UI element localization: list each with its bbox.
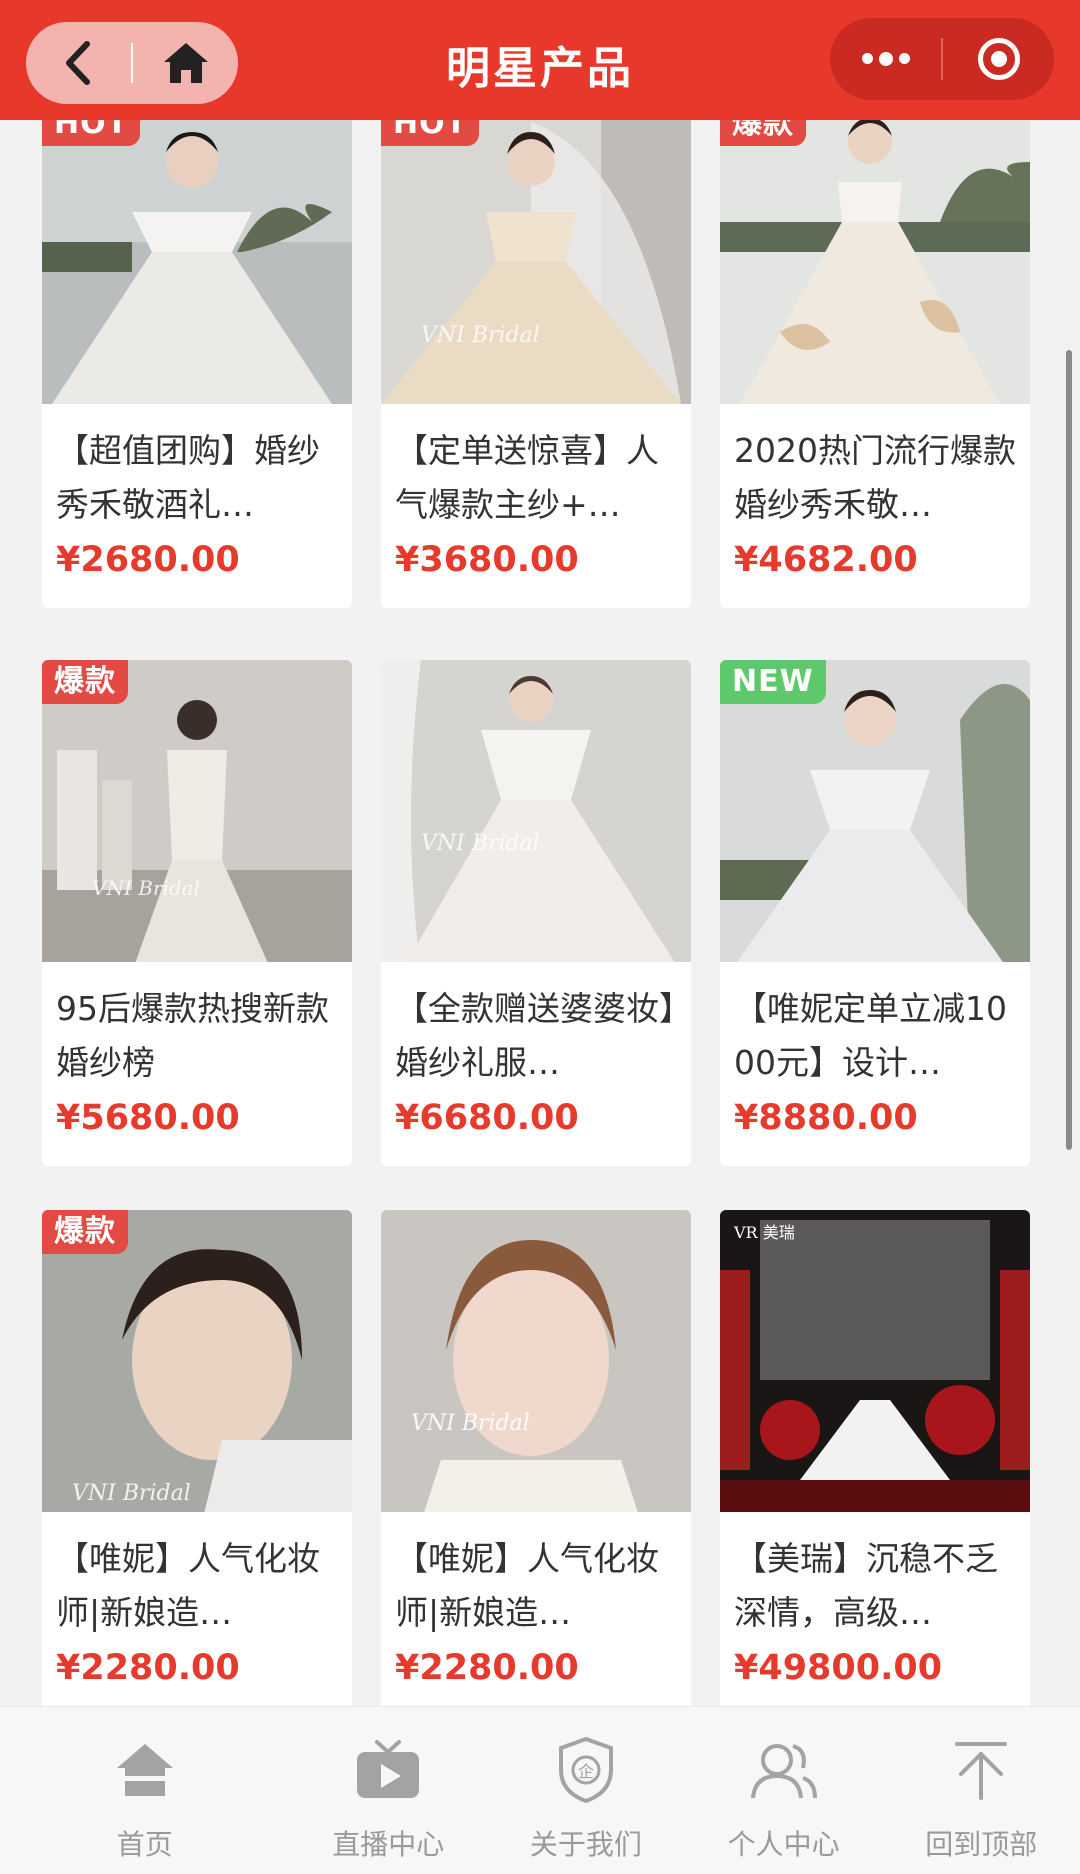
product-card[interactable]: VNI Bridal HOT 【定单送惊喜】人气爆款主纱+… ¥3680.00 (381, 102, 691, 608)
capsule-divider (941, 38, 943, 80)
product-image: VNI Bridal (381, 1210, 691, 1512)
product-title: 【全款赠送婆婆妆】婚纱礼服… (395, 989, 676, 1082)
navigation-bar: 明星产品 (0, 0, 1080, 120)
product-tag: 爆款 (42, 1210, 128, 1254)
product-card[interactable]: VNI Bridal 【唯妮】人气化妆师|新娘造… ¥2280.00 (381, 1210, 691, 1716)
product-image: VNI Bridal 爆款 (42, 660, 352, 962)
shield-enterprise-icon: 企 (558, 1736, 613, 1804)
svg-text:VR 美瑞: VR 美瑞 (733, 1223, 795, 1242)
home-icon (116, 1744, 173, 1796)
scrollbar[interactable] (1066, 350, 1072, 1150)
product-price: ¥4682.00 (734, 540, 918, 580)
product-image: VNI Bridal HOT (381, 102, 691, 404)
product-price: ¥5680.00 (56, 1098, 240, 1138)
tab-label: 首页 (116, 1828, 173, 1861)
product-card[interactable]: VNI Bridal 【全款赠送婆婆妆】婚纱礼服… ¥6680.00 (381, 660, 691, 1166)
product-title: 【唯妮定单立减1000元】设计… (734, 989, 1007, 1082)
product-card[interactable]: VNI Bridal 爆款 【唯妮】人气化妆师|新娘造… ¥2280.00 (42, 1210, 352, 1716)
svg-text:VNI Bridal: VNI Bridal (421, 831, 540, 856)
product-price: ¥2280.00 (56, 1648, 240, 1688)
product-image: NEW (720, 660, 1030, 962)
product-card[interactable]: HOT 【超值团购】婚纱秀禾敬酒礼… ¥2680.00 (42, 102, 352, 608)
tab-label: 回到顶部 (925, 1828, 1038, 1861)
product-title: 【唯妮】人气化妆师|新娘造… (395, 1539, 659, 1632)
tab-live[interactable]: 直播中心 (289, 1707, 487, 1874)
product-price: ¥8880.00 (734, 1098, 918, 1138)
product-image: HOT (42, 102, 352, 404)
tab-label: 个人中心 (727, 1828, 840, 1861)
product-image: 爆款 (720, 102, 1030, 404)
tab-back-to-top[interactable]: 回到顶部 (882, 1707, 1080, 1874)
tab-profile[interactable]: 个人中心 (685, 1707, 883, 1874)
product-card[interactable]: NEW 【唯妮定单立减1000元】设计… ¥8880.00 (720, 660, 1030, 1166)
product-price: ¥2680.00 (56, 540, 240, 580)
product-card[interactable]: VR 美瑞 【美瑞】沉稳不乏深情，高级… ¥49800.00 (720, 1210, 1030, 1716)
product-price: ¥3680.00 (395, 540, 579, 580)
users-icon (750, 1744, 817, 1799)
menu-capsule (830, 18, 1054, 100)
product-image: VR 美瑞 (720, 1210, 1030, 1512)
target-icon (977, 38, 1020, 80)
product-title: 【超值团购】婚纱秀禾敬酒礼… (56, 431, 320, 524)
svg-text:VNI Bridal: VNI Bridal (411, 1411, 530, 1436)
back-to-top-icon (955, 1742, 1008, 1800)
product-price: ¥2280.00 (395, 1648, 579, 1688)
svg-text:企: 企 (578, 1762, 594, 1781)
svg-text:VNI Bridal: VNI Bridal (421, 323, 540, 348)
product-title: 【定单送惊喜】人气爆款主纱+… (395, 431, 659, 524)
product-title: 【唯妮】人气化妆师|新娘造… (56, 1539, 320, 1632)
product-price: ¥49800.00 (734, 1648, 943, 1688)
tab-label: 关于我们 (529, 1828, 642, 1861)
product-image: VNI Bridal 爆款 (42, 1210, 352, 1512)
product-title: 【美瑞】沉稳不乏深情，高级… (734, 1539, 998, 1632)
product-price: ¥6680.00 (395, 1098, 579, 1138)
tab-bar: 首页 直播中心 企 关于我们 个人中心 回到顶部 (0, 1706, 1080, 1874)
svg-text:VNI Bridal: VNI Bridal (72, 1481, 191, 1506)
product-card[interactable]: VNI Bridal 爆款 95后爆款热搜新款婚纱榜 ¥5680.00 (42, 660, 352, 1166)
tab-home[interactable]: 首页 (0, 1707, 289, 1874)
close-miniprogram-button[interactable] (943, 18, 1054, 100)
product-tag: 爆款 (42, 660, 128, 704)
more-button[interactable] (830, 18, 941, 100)
tab-label: 直播中心 (332, 1828, 445, 1861)
svg-text:VNI Bridal: VNI Bridal (92, 876, 200, 900)
product-card[interactable]: 爆款 2020热门流行爆款婚纱秀禾敬… ¥4682.00 (720, 102, 1030, 608)
tab-about[interactable]: 企 关于我们 (487, 1707, 685, 1874)
product-title: 2020热门流行爆款婚纱秀禾敬… (734, 431, 1016, 524)
more-dots-icon (861, 51, 910, 66)
product-image: VNI Bridal (381, 660, 691, 962)
product-title: 95后爆款热搜新款婚纱榜 (56, 989, 329, 1082)
live-tv-icon (357, 1740, 420, 1798)
product-tag: NEW (720, 660, 826, 704)
